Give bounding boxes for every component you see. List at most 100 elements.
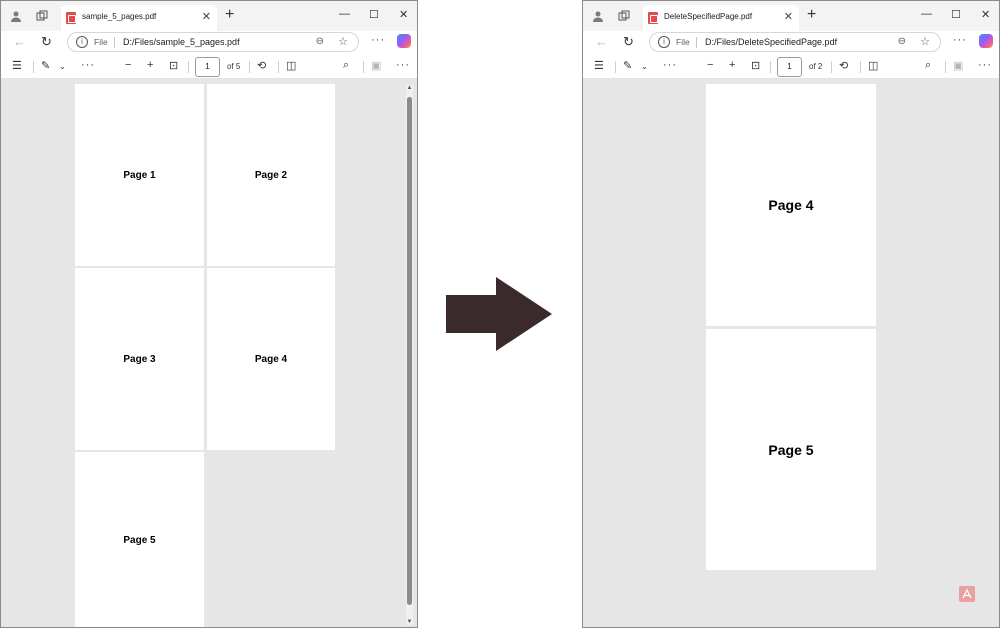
- right-browser-window: DeleteSpecifiedPage.pdf ✕ + — ☐ ✕ ← ↻ i …: [582, 0, 1000, 628]
- divider: [831, 61, 832, 73]
- chevron-down-icon[interactable]: ⌄: [641, 62, 648, 71]
- new-tab-button[interactable]: +: [225, 6, 234, 24]
- vertical-scrollbar[interactable]: ▲ ▼: [406, 85, 413, 625]
- pdf-page: Page 4: [207, 268, 335, 450]
- draw-icon[interactable]: ✎: [41, 59, 50, 72]
- page-count: of 5: [227, 62, 241, 71]
- back-arrow-icon[interactable]: ←: [13, 34, 26, 49]
- refresh-icon[interactable]: ↻: [623, 34, 634, 50]
- more-icon[interactable]: ···: [81, 59, 95, 71]
- draw-icon[interactable]: ✎: [623, 59, 632, 72]
- tab-title: sample_5_pages.pdf: [82, 12, 157, 21]
- left-browser-window: sample_5_pages.pdf ✕ + — ☐ ✕ ← ↻ i File …: [0, 0, 418, 628]
- contents-icon[interactable]: ☰: [594, 59, 604, 72]
- info-icon[interactable]: i: [76, 36, 88, 48]
- divider: [696, 37, 697, 48]
- more-icon[interactable]: ···: [978, 59, 992, 71]
- page-number-input[interactable]: 1: [195, 57, 220, 77]
- pdf-page: Page 5: [75, 452, 204, 627]
- more-icon[interactable]: ···: [371, 34, 385, 46]
- tab-active[interactable]: sample_5_pages.pdf ✕: [61, 5, 217, 31]
- window-close-button[interactable]: ✕: [981, 8, 990, 21]
- rotate-icon[interactable]: ⟲: [839, 59, 848, 72]
- minimize-button[interactable]: —: [339, 8, 350, 20]
- url-field[interactable]: i File D:/Files/DeleteSpecifiedPage.pdf …: [649, 32, 941, 52]
- page-label: Page 3: [123, 353, 156, 365]
- workspaces-icon[interactable]: [35, 9, 49, 23]
- pdf-viewport[interactable]: Page 1 Page 2 Page 3 Page 4 Page 5 ▲ ▼: [1, 79, 417, 627]
- profile-icon[interactable]: [9, 9, 23, 23]
- pdf-viewport[interactable]: Page 4 Page 5: [583, 79, 999, 627]
- pdf-toolbar: ☰ ✎ ⌄ ··· − + ⊡ 1 of 2 ⟲ ◫ ⌕ ▣ ···: [583, 55, 999, 79]
- divider: [363, 61, 364, 73]
- more-icon[interactable]: ···: [663, 59, 677, 71]
- pdf-page: Page 1: [75, 84, 204, 266]
- search-icon[interactable]: ⌕: [343, 59, 349, 72]
- close-icon[interactable]: ✕: [784, 10, 793, 23]
- back-arrow-icon[interactable]: ←: [595, 34, 608, 49]
- page-count: of 2: [809, 62, 823, 71]
- scrollbar-thumb[interactable]: [407, 97, 412, 605]
- star-icon[interactable]: ☆: [920, 35, 930, 48]
- divider: [188, 61, 189, 73]
- window-close-button[interactable]: ✕: [399, 8, 408, 21]
- fit-page-icon[interactable]: ⊡: [751, 59, 760, 72]
- page-view-icon[interactable]: ◫: [286, 59, 296, 72]
- plus-icon[interactable]: +: [729, 59, 735, 71]
- maximize-button[interactable]: ☐: [951, 8, 961, 21]
- divider: [278, 61, 279, 73]
- url-text[interactable]: D:/Files/DeleteSpecifiedPage.pdf: [705, 37, 837, 47]
- page-label: Page 5: [768, 441, 814, 458]
- chevron-down-icon[interactable]: ⌄: [59, 62, 66, 71]
- page-label: Page 4: [254, 353, 288, 365]
- profile-icon[interactable]: [591, 9, 605, 23]
- minus-icon[interactable]: −: [125, 59, 131, 71]
- page-view-icon[interactable]: ◫: [868, 59, 878, 72]
- address-bar: ← ↻ i File D:/Files/DeleteSpecifiedPage.…: [583, 31, 999, 55]
- maximize-button[interactable]: ☐: [369, 8, 379, 21]
- fit-page-icon[interactable]: ⊡: [169, 59, 178, 72]
- url-text[interactable]: D:/Files/sample_5_pages.pdf: [123, 37, 240, 47]
- refresh-icon[interactable]: ↻: [41, 34, 52, 50]
- scroll-up-arrow[interactable]: ▲: [406, 85, 413, 91]
- minimize-button[interactable]: —: [921, 8, 932, 20]
- minus-icon[interactable]: −: [707, 59, 713, 71]
- pdf-file-icon: [66, 12, 76, 24]
- save-icon[interactable]: ▣: [371, 59, 381, 72]
- rotate-icon[interactable]: ⟲: [257, 59, 266, 72]
- pdf-page: Page 5: [706, 329, 876, 570]
- page-label: Page 4: [768, 197, 814, 213]
- tab-active[interactable]: DeleteSpecifiedPage.pdf ✕: [643, 5, 799, 31]
- contents-icon[interactable]: ☰: [12, 59, 22, 72]
- more-icon[interactable]: ···: [396, 59, 410, 71]
- page-label: Page 2: [254, 169, 288, 181]
- pdf-page: Page 4: [706, 84, 876, 326]
- info-icon[interactable]: i: [658, 36, 670, 48]
- save-icon[interactable]: ▣: [953, 59, 963, 72]
- divider: [249, 61, 250, 73]
- search-icon[interactable]: ⌕: [925, 59, 931, 72]
- star-icon[interactable]: ☆: [338, 35, 348, 48]
- copilot-icon[interactable]: [979, 34, 993, 48]
- close-icon[interactable]: ✕: [202, 10, 211, 23]
- page-number-input[interactable]: 1: [777, 57, 802, 77]
- copilot-icon[interactable]: [397, 34, 411, 48]
- acrobat-icon[interactable]: [959, 586, 975, 602]
- scroll-down-arrow[interactable]: ▼: [406, 619, 413, 625]
- right-arrow-icon: [446, 277, 552, 351]
- url-field[interactable]: i File D:/Files/sample_5_pages.pdf ⊖ ☆: [67, 32, 359, 52]
- page-label: Page 5: [123, 535, 156, 546]
- plus-icon[interactable]: +: [147, 59, 153, 71]
- zoom-icon[interactable]: ⊖: [898, 36, 906, 47]
- divider: [945, 61, 946, 73]
- more-icon[interactable]: ···: [953, 34, 967, 46]
- workspaces-icon[interactable]: [617, 9, 631, 23]
- zoom-icon[interactable]: ⊖: [316, 36, 324, 47]
- tab-bar: DeleteSpecifiedPage.pdf ✕ + — ☐ ✕: [583, 1, 999, 31]
- pdf-toolbar: ☰ ✎ ⌄ ··· − + ⊡ 1 of 5 ⟲ ◫ ⌕ ▣ ···: [1, 55, 417, 79]
- divider: [114, 37, 115, 48]
- tab-title: DeleteSpecifiedPage.pdf: [664, 12, 753, 21]
- divider: [33, 61, 34, 73]
- url-scheme: File: [94, 37, 108, 47]
- new-tab-button[interactable]: +: [807, 6, 816, 24]
